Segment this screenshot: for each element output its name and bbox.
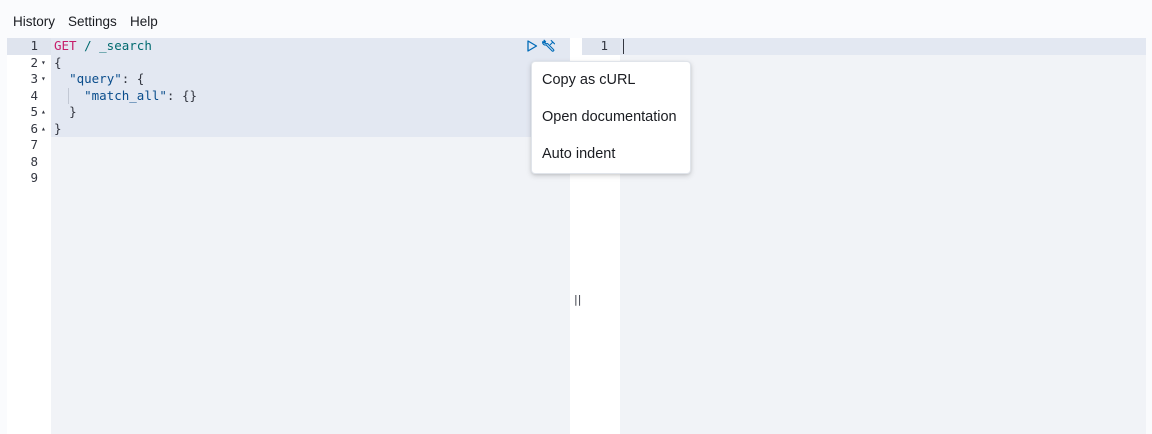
line-number: 7 — [30, 137, 38, 152]
editor-line[interactable]: 1 GET / _search — [7, 38, 570, 55]
menu-item-auto-indent[interactable]: Auto indent — [542, 146, 615, 162]
editor-line[interactable]: 4 "match_all": {} — [7, 88, 570, 105]
resize-grip-icon[interactable]: || — [574, 293, 581, 306]
line-number: 9 — [30, 170, 38, 185]
line-code: "query": { — [54, 71, 144, 88]
json-punct: : { — [121, 71, 145, 86]
output-line-number: 1 — [600, 38, 608, 53]
menu-item-open-documentation[interactable]: Open documentation — [542, 109, 677, 125]
line-number: 8 — [30, 153, 38, 169]
line-code: } — [54, 121, 62, 138]
open-brace: { — [54, 54, 62, 70]
editor-line[interactable]: 6 ▴ } — [7, 121, 570, 138]
line-code: GET / _search — [54, 38, 152, 55]
menu-help[interactable]: Help — [130, 14, 158, 29]
editor-line[interactable]: 8 — [7, 154, 570, 171]
line-code: "match_all": {} — [54, 88, 197, 105]
menu-item-copy-as-curl[interactable]: Copy as cURL — [542, 72, 635, 88]
indent-guide — [68, 88, 69, 104]
request-url: / _search — [84, 38, 152, 53]
json-key: "query" — [69, 71, 122, 86]
request-actions-menu: Copy as cURL Open documentation Auto ind… — [531, 61, 691, 174]
close-brace: } — [54, 120, 62, 136]
request-editor[interactable]: 1 GET / _search 2 ▾ { 3 ▾ "query": { 4 "… — [7, 38, 570, 434]
menubar: History Settings Help — [0, 0, 1152, 38]
close-brace: } — [69, 104, 77, 119]
line-number: 2 — [30, 54, 38, 70]
play-icon[interactable] — [525, 39, 539, 53]
editor-line[interactable]: 3 ▾ "query": { — [7, 71, 570, 88]
wrench-icon[interactable] — [541, 38, 557, 54]
line-number: 6 — [30, 120, 38, 136]
json-key: "match_all" — [84, 87, 167, 103]
fold-toggle-icon[interactable]: ▾ — [41, 55, 46, 72]
menu-history[interactable]: History — [13, 14, 55, 29]
editor-line[interactable]: 2 ▾ { — [7, 55, 570, 72]
editor-line[interactable]: 5 ▴ } — [7, 104, 570, 121]
editor-line[interactable]: 9 — [7, 170, 570, 187]
text-cursor — [623, 39, 624, 54]
editor-line[interactable]: 7 — [7, 137, 570, 154]
line-number: 5 — [30, 104, 38, 119]
output-active-line — [582, 38, 1146, 55]
menu-settings[interactable]: Settings — [68, 14, 117, 29]
json-punct: : {} — [166, 87, 198, 103]
fold-toggle-icon[interactable]: ▴ — [41, 121, 46, 138]
line-number: 1 — [30, 38, 38, 53]
fold-toggle-icon[interactable]: ▴ — [41, 104, 46, 121]
request-method: GET — [54, 38, 77, 53]
fold-toggle-icon[interactable]: ▾ — [41, 71, 46, 88]
line-number: 3 — [30, 71, 38, 86]
line-code: { — [54, 55, 62, 72]
line-code: } — [54, 104, 77, 121]
line-number: 4 — [30, 87, 38, 103]
